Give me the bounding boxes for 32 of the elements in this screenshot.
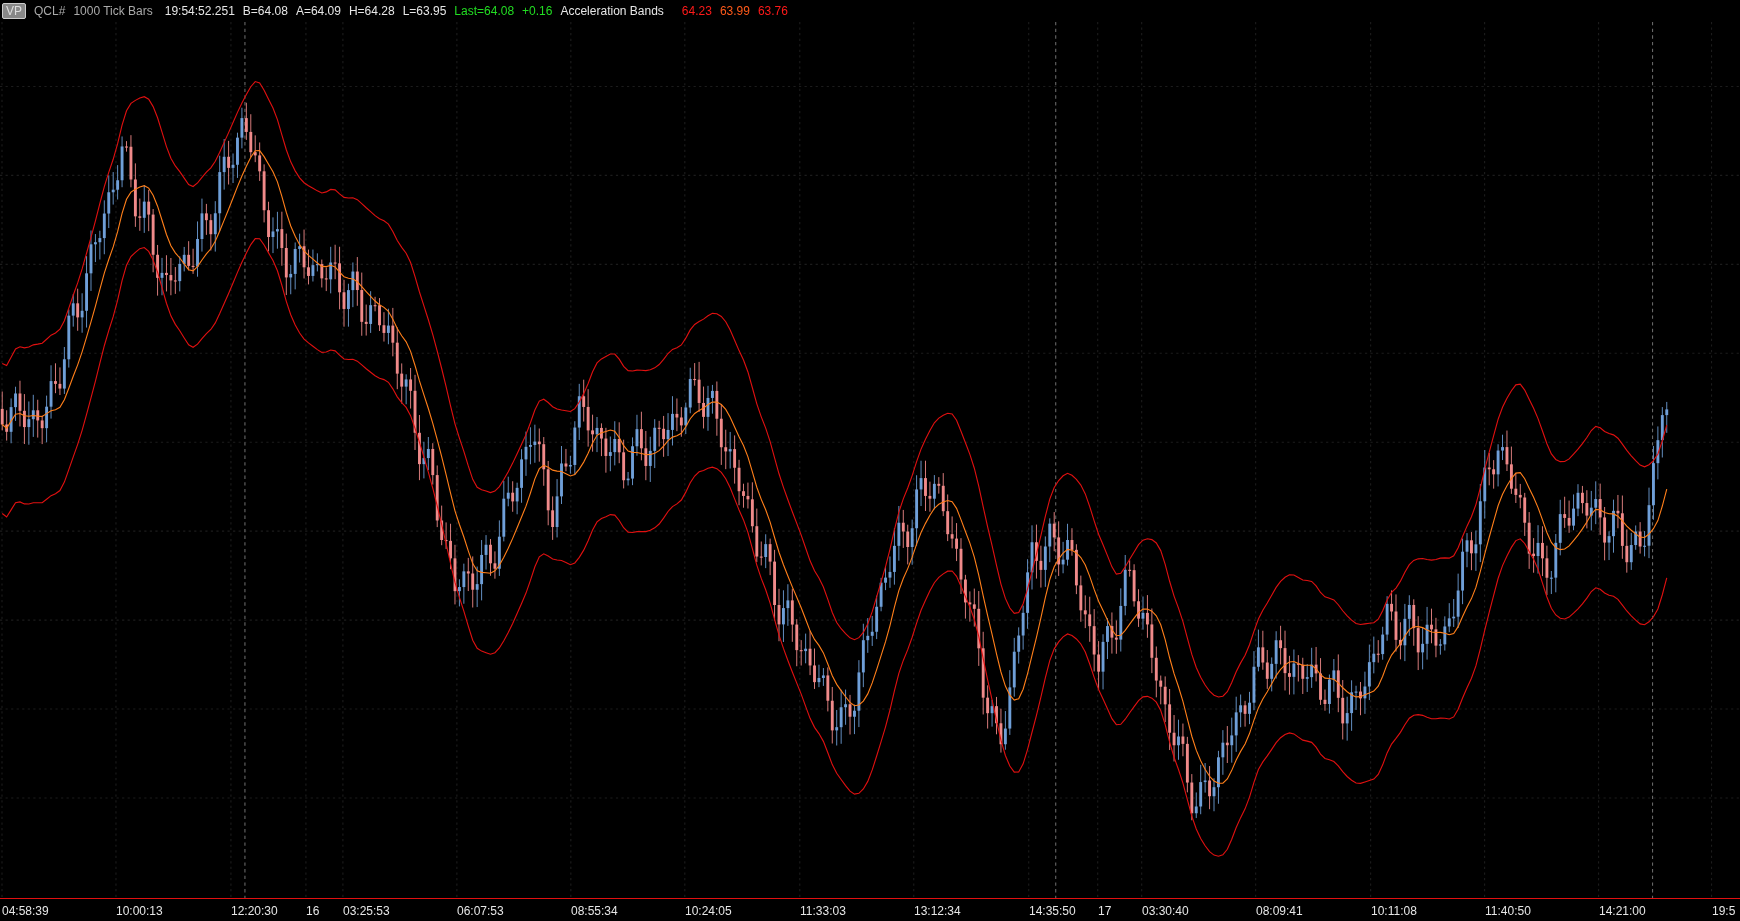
- time-axis-label: 14:21:00: [1599, 903, 1646, 920]
- time-axis-label: 04:58:39: [2, 903, 49, 920]
- indicator-value: 63.99: [719, 3, 750, 20]
- time-axis-label: 06:07:53: [457, 903, 504, 920]
- time-axis-label: 10:24:05: [685, 903, 732, 920]
- time-axis-label: 14:35:50: [1029, 903, 1076, 920]
- symbol-label: QCL#: [34, 3, 66, 20]
- time-axis-label: 16: [306, 903, 320, 920]
- time-axis-label: 10:00:13: [116, 903, 163, 920]
- time-axis-label: 10:11:08: [1371, 903, 1417, 920]
- low-label: L=63.95: [402, 3, 447, 20]
- bar-type-label: 1000 Tick Bars: [73, 3, 153, 20]
- time-axis-label: 12:20:30: [231, 903, 278, 920]
- time-axis-label: 17: [1098, 903, 1112, 920]
- time-axis-label: 03:25:53: [343, 903, 390, 920]
- last-price-label: Last=64.08: [454, 3, 515, 20]
- change-label: +0.16: [522, 3, 553, 20]
- time-axis-label: 03:30:40: [1142, 903, 1189, 920]
- time-axis-label: 08:09:41: [1256, 903, 1303, 920]
- ask-label: A=64.09: [295, 3, 341, 20]
- high-label: H=64.28: [348, 3, 395, 20]
- time-label: 19:54:52.251: [164, 3, 235, 20]
- time-axis-label: 11:40:50: [1485, 903, 1531, 920]
- time-axis-label: 19:5: [1712, 903, 1736, 920]
- time-axis-label: 13:12:34: [914, 903, 961, 920]
- time-axis-label: 08:55:34: [571, 903, 618, 920]
- indicator-label: Acceleration Bands: [560, 3, 664, 20]
- indicator-value: 63.76: [757, 3, 788, 20]
- time-axis-label: 11:33:03: [800, 903, 846, 920]
- bid-label: B=64.08: [242, 3, 288, 20]
- indicator-value: 64.23: [681, 3, 712, 20]
- vp-badge[interactable]: VP: [2, 3, 26, 19]
